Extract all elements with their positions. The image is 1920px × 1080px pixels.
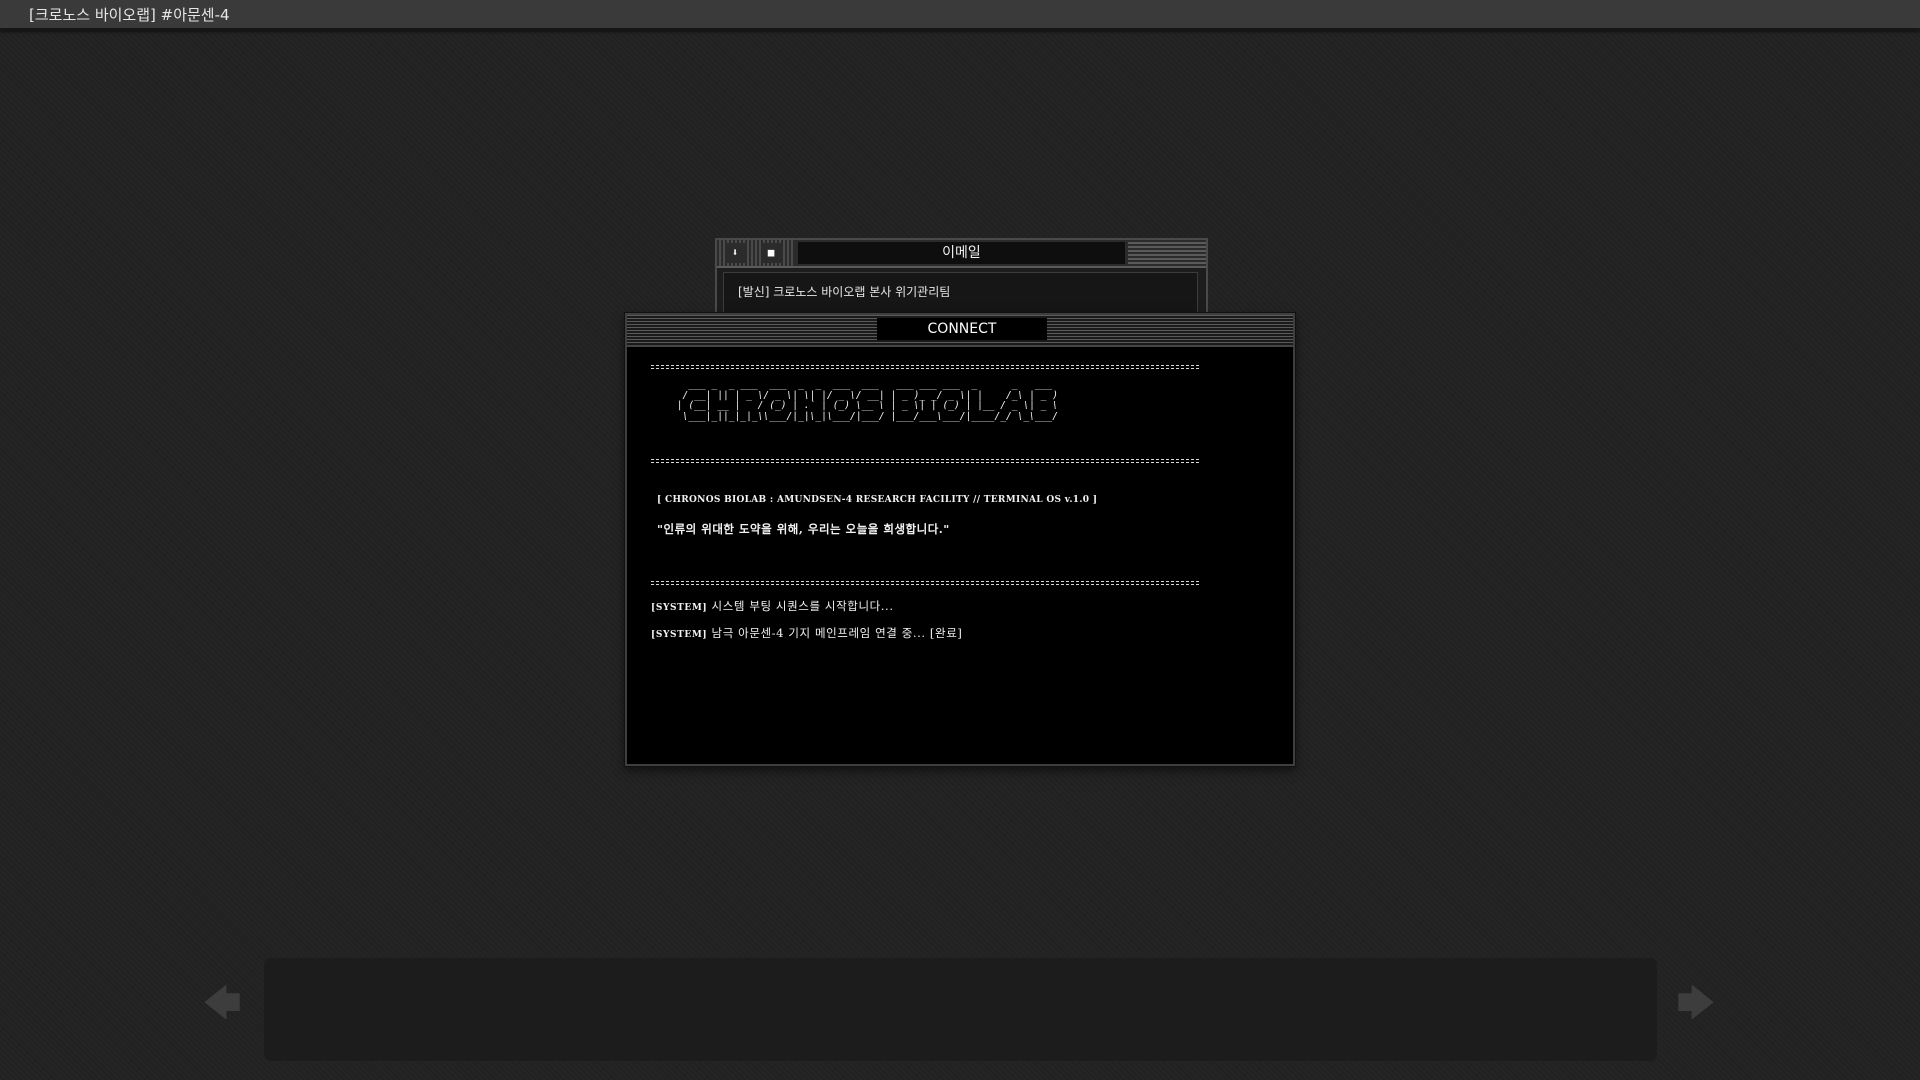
arrow-right-icon[interactable]: 🡆 <box>1676 984 1716 1022</box>
divider <box>651 365 1199 369</box>
email-title-bar[interactable]: ⬇ ■ 이메일 <box>717 240 1206 268</box>
divider <box>651 581 1199 585</box>
title-bar: [크로노스 바이오랩] #아문센-4 <box>0 0 1920 30</box>
system-tag: [SYSTEM] <box>651 603 708 613</box>
title-bar-stripes <box>1128 240 1206 266</box>
window-title: [크로노스 바이오랩] #아문센-4 <box>29 6 230 24</box>
terminal-header-line: [ CHRONOS BIOLAB : AMUNDSEN-4 RESEARCH F… <box>657 495 1098 505</box>
connect-title-bar[interactable]: CONNECT <box>627 315 1293 347</box>
connect-window-title: CONNECT <box>877 318 1047 340</box>
download-icon[interactable]: ⬇ <box>725 243 745 263</box>
square-icon[interactable]: ■ <box>761 243 781 263</box>
system-message: 남극 아문센-4 기지 메인프레임 연결 중... [완료] <box>707 626 963 640</box>
system-tag: [SYSTEM] <box>651 630 708 640</box>
ascii-banner: ___ _ _ ___ ___ _ _ ___ ___ ___ ___ ___ … <box>676 379 1058 422</box>
system-message: 시스템 부팅 시퀀스를 시작합니다... <box>707 599 894 613</box>
system-log-line: [SYSTEM] 시스템 부팅 시퀀스를 시작합니다... <box>651 598 894 614</box>
email-sender-line: [발신] 크로노스 바이오랩 본사 위기관리팀 <box>738 285 951 299</box>
system-log-line: [SYSTEM] 남극 아문센-4 기지 메인프레임 연결 중... [완료] <box>651 625 962 641</box>
email-window[interactable]: ⬇ ■ 이메일 [발신] 크로노스 바이오랩 본사 위기관리팀 <box>715 238 1208 318</box>
dialogue-box[interactable] <box>263 957 1658 1062</box>
email-window-title: 이메일 <box>798 242 1125 264</box>
divider <box>651 459 1199 463</box>
terminal-quote-line: "인류의 위대한 도약을 위해, 우리는 오늘을 희생합니다." <box>657 522 950 536</box>
connect-terminal-window[interactable]: CONNECT ___ _ _ ___ ___ _ _ ___ ___ ___ … <box>625 313 1295 766</box>
email-body[interactable]: [발신] 크로노스 바이오랩 본사 위기관리팀 <box>723 272 1198 318</box>
arrow-left-icon[interactable]: 🡄 <box>202 984 242 1022</box>
